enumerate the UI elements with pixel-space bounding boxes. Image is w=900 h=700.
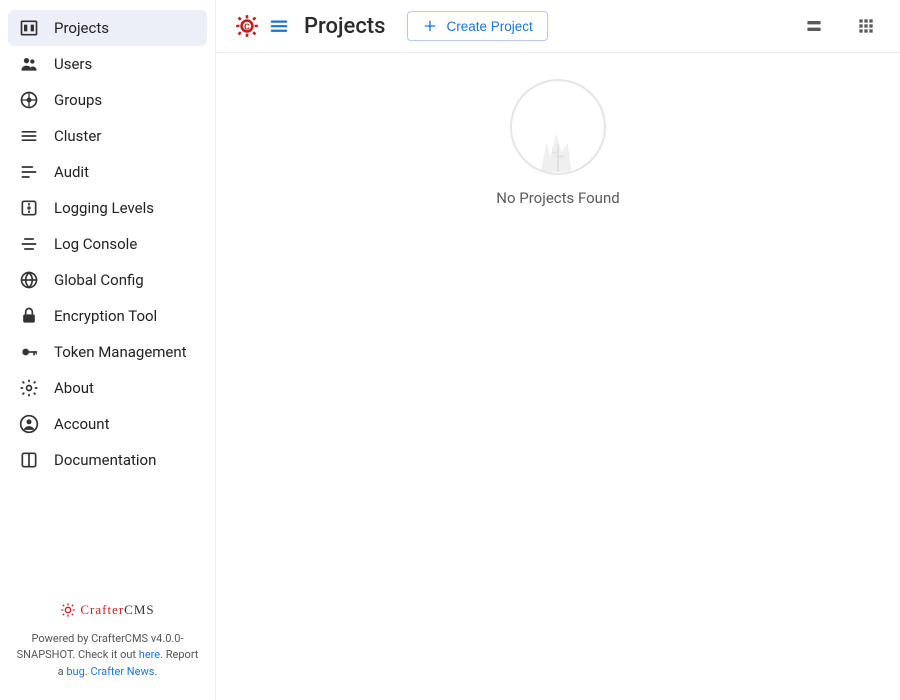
- sidebar-item-label: Audit: [54, 163, 89, 181]
- sidebar: Projects Users Groups Cluster Audit: [0, 0, 216, 700]
- sidebar-item-global-config[interactable]: Global Config: [8, 262, 207, 298]
- cactus-icon: [512, 113, 604, 173]
- sidebar-item-label: Groups: [54, 91, 102, 109]
- topbar-logo-group: C: [234, 13, 290, 39]
- nav-list: Projects Users Groups Cluster Audit: [0, 10, 215, 588]
- create-project-button[interactable]: Create Project: [407, 11, 547, 41]
- sidebar-item-about[interactable]: About: [8, 370, 207, 406]
- sidebar-item-label: Cluster: [54, 127, 101, 145]
- book-icon: [18, 449, 40, 471]
- logging-levels-icon: [18, 197, 40, 219]
- audit-icon: [18, 161, 40, 183]
- empty-state-text: No Projects Found: [496, 189, 619, 207]
- groups-icon: [18, 89, 40, 111]
- sidebar-item-label: Documentation: [54, 451, 156, 469]
- gear-icon: [18, 377, 40, 399]
- brand-text-2: CMS: [124, 602, 154, 617]
- create-project-label: Create Project: [446, 19, 532, 34]
- list-view-button[interactable]: [798, 10, 830, 42]
- brand-logo: CrafterCMS: [16, 600, 199, 621]
- globe-icon: [18, 269, 40, 291]
- sidebar-item-label: Encryption Tool: [54, 307, 157, 325]
- sidebar-item-label: About: [54, 379, 94, 397]
- app-logo-icon: C: [234, 13, 260, 39]
- svg-text:C: C: [244, 22, 250, 32]
- sidebar-item-logging-levels[interactable]: Logging Levels: [8, 190, 207, 226]
- key-icon: [18, 341, 40, 363]
- empty-state-illustration: [510, 79, 606, 175]
- grid-view-icon: [856, 16, 876, 36]
- page-title: Projects: [304, 14, 385, 39]
- cluster-icon: [18, 125, 40, 147]
- sidebar-item-label: Log Console: [54, 235, 137, 253]
- hamburger-icon[interactable]: [268, 15, 290, 37]
- footer-link-here[interactable]: here: [139, 648, 160, 661]
- footer-link-bug[interactable]: bug: [66, 665, 84, 678]
- users-icon: [18, 53, 40, 75]
- main: C Projects Create Project No P: [216, 0, 900, 700]
- sidebar-item-label: Global Config: [54, 271, 144, 289]
- sidebar-footer: CrafterCMS Powered by CrafterCMS v4.0.0-…: [0, 588, 215, 700]
- account-icon: [18, 413, 40, 435]
- sidebar-item-label: Account: [54, 415, 110, 433]
- sidebar-item-label: Logging Levels: [54, 199, 154, 217]
- sidebar-item-projects[interactable]: Projects: [8, 10, 207, 46]
- sidebar-item-documentation[interactable]: Documentation: [8, 442, 207, 478]
- sidebar-item-log-console[interactable]: Log Console: [8, 226, 207, 262]
- brand-text-1: Crafter: [80, 602, 124, 617]
- sidebar-item-token-management[interactable]: Token Management: [8, 334, 207, 370]
- content-area: No Projects Found: [216, 53, 900, 700]
- grid-view-button[interactable]: [850, 10, 882, 42]
- sidebar-item-audit[interactable]: Audit: [8, 154, 207, 190]
- plus-icon: [422, 18, 438, 34]
- sidebar-item-account[interactable]: Account: [8, 406, 207, 442]
- log-console-icon: [18, 233, 40, 255]
- list-view-icon: [804, 16, 824, 36]
- sidebar-item-groups[interactable]: Groups: [8, 82, 207, 118]
- sidebar-item-label: Users: [54, 55, 92, 73]
- sidebar-item-users[interactable]: Users: [8, 46, 207, 82]
- footer-link-news[interactable]: Crafter News: [90, 665, 154, 678]
- topbar: C Projects Create Project: [216, 0, 900, 53]
- sidebar-item-encryption-tool[interactable]: Encryption Tool: [8, 298, 207, 334]
- dashboard-icon: [18, 17, 40, 39]
- footer-text: Powered by CrafterCMS v4.0.0-SNAPSHOT. C…: [16, 631, 199, 681]
- sidebar-item-label: Token Management: [54, 343, 187, 361]
- lock-icon: [18, 305, 40, 327]
- sidebar-item-label: Projects: [54, 19, 109, 37]
- sidebar-item-cluster[interactable]: Cluster: [8, 118, 207, 154]
- brand-gear-icon: [60, 602, 76, 618]
